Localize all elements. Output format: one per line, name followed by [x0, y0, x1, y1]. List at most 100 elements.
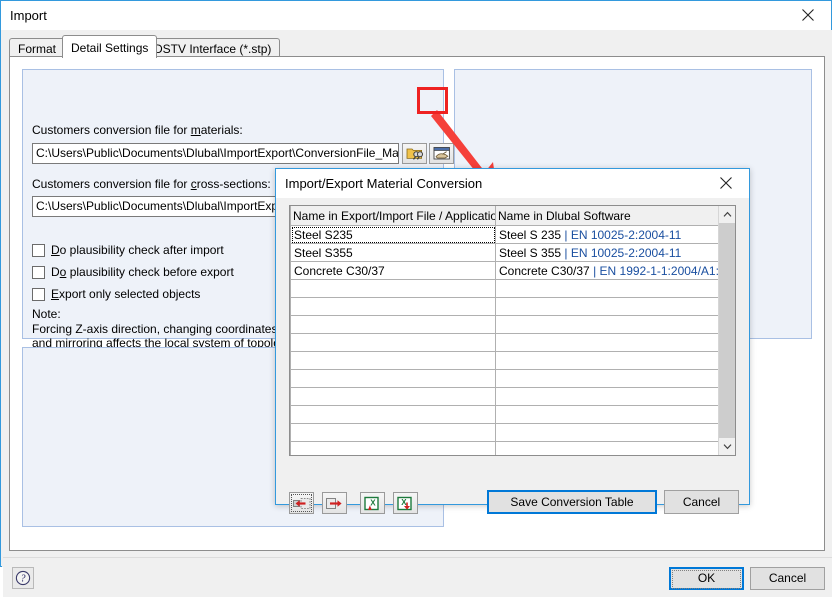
cell-source-name[interactable] — [290, 387, 496, 406]
cell-target-name[interactable] — [495, 369, 727, 388]
cell-source-name[interactable] — [290, 405, 496, 424]
table-row-empty[interactable] — [290, 315, 727, 334]
svg-text:X: X — [370, 498, 376, 507]
cell-target-name[interactable] — [495, 297, 727, 316]
cell-source-name[interactable]: Concrete C30/37 — [290, 261, 496, 280]
table-row[interactable]: Steel S355 Steel S 355 | EN 10025-2:2004-… — [290, 243, 727, 262]
checkbox-export-only-selected[interactable]: Export only selected objects — [32, 287, 200, 301]
close-icon[interactable] — [785, 1, 831, 29]
cell-target-name[interactable] — [495, 405, 727, 424]
scrollbar-track[interactable] — [719, 223, 735, 438]
help-question-icon[interactable]: ? — [12, 567, 34, 589]
ok-button[interactable]: OK — [669, 567, 744, 590]
cell-source-name[interactable] — [290, 315, 496, 334]
tab-format[interactable]: Format — [9, 38, 66, 57]
excel-import-icon[interactable]: X — [360, 492, 385, 514]
table-row-empty[interactable] — [290, 405, 727, 424]
checkbox-box[interactable] — [32, 243, 45, 257]
cell-source-name[interactable] — [290, 333, 496, 352]
checkbox-plausibility-after-import[interactable]: Do plausibility check after import — [32, 243, 224, 257]
table-row-empty[interactable] — [290, 441, 727, 455]
target-material-standard: | EN 10025-2:2004-11 — [561, 227, 682, 242]
cell-source-name[interactable] — [290, 279, 496, 298]
save-conversion-table-button[interactable]: Save Conversion Table — [487, 490, 657, 514]
cell-source-name[interactable] — [290, 423, 496, 442]
target-material-standard: | EN 1992-1-1:2004/A1:2014 — [593, 263, 725, 278]
crosssections-label: Customers conversion file for cross-sect… — [32, 177, 271, 191]
excel-export-icon[interactable]: X — [393, 492, 418, 514]
cell-target-name[interactable]: Steel S 235 | EN 10025-2:2004-11 — [495, 225, 727, 244]
svg-text:?: ? — [21, 574, 26, 585]
cell-target-name[interactable] — [495, 315, 727, 334]
window-title: Import — [10, 8, 47, 23]
cell-source-name[interactable] — [290, 351, 496, 370]
cell-target-name[interactable]: Steel S 355 | EN 10025-2:2004-11 — [495, 243, 727, 262]
checkbox-label: Do plausibility check before export — [51, 265, 234, 279]
tab-dstv-interface[interactable]: DSTV Interface (*.stp) — [145, 38, 281, 57]
tab-detail-settings[interactable]: Detail Settings — [62, 35, 158, 58]
materials-path-input[interactable]: C:\Users\Public\Documents\Dlubal\ImportE… — [32, 143, 399, 164]
chevron-down-glyph — [723, 444, 732, 450]
dialog-close-glyph — [720, 177, 732, 189]
delete-row-icon[interactable] — [322, 492, 347, 514]
cell-source-name[interactable] — [290, 441, 496, 455]
target-material-name: Steel S 235 — [499, 227, 562, 242]
target-material-standard: | EN 10025-2:2004-11 — [561, 245, 682, 260]
table-row[interactable]: Concrete C30/37 Concrete C30/37 | EN 1992… — [290, 261, 727, 280]
dialog-body: Name in Export/Import File / Application… — [276, 198, 749, 514]
target-material-name: Steel S 355 — [499, 245, 562, 260]
material-conversion-dialog: Import/Export Material Conversion Name i… — [275, 168, 750, 514]
excel-export-glyph: X — [397, 496, 412, 510]
window-titlebar: Import — [1, 1, 831, 30]
table-row-empty[interactable] — [290, 297, 727, 316]
table-row[interactable]: Steel S235 Steel S 235 | EN 10025-2:2004-… — [290, 225, 727, 244]
table-head: Name in Export/Import File / Application… — [290, 206, 727, 226]
table-row-empty[interactable] — [290, 369, 727, 388]
cell-target-name[interactable] — [495, 351, 727, 370]
cell-target-name[interactable] — [495, 423, 727, 442]
cancel-button[interactable]: Cancel — [750, 567, 825, 590]
ok-button-label: OK — [672, 570, 741, 589]
column-header-target[interactable]: Name in Dlubal Software — [495, 206, 727, 226]
dialog-titlebar: Import/Export Material Conversion — [276, 169, 749, 198]
grid-scroll-area: Name in Export/Import File / Application… — [290, 206, 727, 455]
table-row-empty[interactable] — [290, 351, 727, 370]
chevron-up-glyph — [723, 211, 732, 217]
cell-target-name[interactable] — [495, 333, 727, 352]
vertical-scrollbar[interactable] — [718, 206, 735, 455]
checkbox-label: Do plausibility check after import — [51, 243, 224, 257]
insert-row-icon[interactable] — [289, 492, 314, 514]
table-header-row: Name in Export/Import File / Application… — [290, 206, 727, 226]
cell-source-name[interactable]: Steel S355 — [290, 243, 496, 262]
edit-conversion-table-icon[interactable] — [429, 143, 454, 164]
checkbox-box[interactable] — [32, 265, 45, 279]
table-row-empty[interactable] — [290, 333, 727, 352]
dialog-cancel-button[interactable]: Cancel — [664, 490, 739, 514]
browse-folder-glyph — [406, 148, 423, 160]
cell-target-name[interactable] — [495, 441, 727, 455]
cell-source-name[interactable] — [290, 297, 496, 316]
column-header-source[interactable]: Name in Export/Import File / Application — [290, 206, 496, 226]
chevron-down-icon[interactable] — [719, 438, 735, 455]
close-icon[interactable] — [703, 169, 749, 197]
delete-row-glyph — [326, 497, 342, 509]
cell-source-name[interactable]: Steel S235 — [290, 225, 496, 244]
table-row-empty[interactable] — [290, 423, 727, 442]
checkbox-plausibility-before-export[interactable]: Do plausibility check before export — [32, 265, 234, 279]
checkbox-box[interactable] — [32, 287, 45, 301]
help-glyph: ? — [15, 570, 31, 586]
edit-conversion-glyph — [433, 147, 450, 160]
target-material-name: Concrete C30/37 — [499, 263, 590, 278]
cell-target-name[interactable]: Concrete C30/37 | EN 1992-1-1:2004/A1:20… — [495, 261, 727, 280]
table-row-empty[interactable] — [290, 279, 727, 298]
cell-target-name[interactable] — [495, 387, 727, 406]
cell-source-name[interactable] — [290, 369, 496, 388]
conversion-table: Name in Export/Import File / Application… — [290, 206, 727, 455]
cell-target-name[interactable] — [495, 279, 727, 298]
chevron-up-icon[interactable] — [719, 206, 735, 223]
table-body: Steel S235 Steel S 235 | EN 10025-2:2004-… — [290, 225, 727, 455]
checkbox-label: Export only selected objects — [51, 287, 201, 301]
table-row-empty[interactable] — [290, 387, 727, 406]
materials-label: Customers conversion file for materials: — [32, 123, 243, 137]
browse-folder-icon[interactable] — [402, 143, 427, 164]
